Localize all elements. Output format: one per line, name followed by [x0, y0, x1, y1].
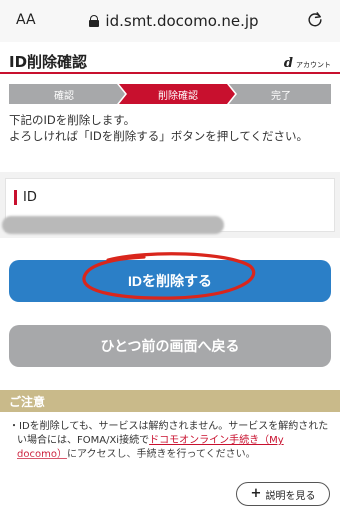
- notice-header: ご注意: [0, 390, 340, 412]
- text-size-button[interactable]: AA: [16, 12, 36, 28]
- notice-title: ご注意: [9, 395, 46, 409]
- step-complete: 完了: [271, 90, 291, 102]
- delete-id-button[interactable]: IDを削除する: [9, 260, 331, 302]
- d-account-logo: d アカウント: [284, 56, 331, 71]
- message-line-1: 下記のIDを削除します。: [9, 113, 136, 127]
- id-section: ID: [0, 172, 340, 238]
- step-indicator: 確認 削除確認 完了: [9, 84, 331, 104]
- scroll-fade: [0, 452, 340, 472]
- page-header: ID削除確認 d アカウント: [0, 44, 340, 74]
- id-label: ID: [14, 190, 37, 205]
- d-account-text: アカウント: [296, 61, 331, 69]
- browser-address-bar: AA id.smt.docomo.ne.jp: [0, 0, 340, 42]
- message-line-2: よろしければ「IDを削除する」ボタンを押してください。: [9, 129, 309, 143]
- instruction-message: 下記のIDを削除します。 よろしければ「IDを削除する」ボタンを押してください。: [9, 112, 331, 144]
- id-box: ID: [2, 178, 335, 234]
- d-logo-icon: d: [283, 56, 293, 71]
- url-text: id.smt.docomo.ne.jp: [105, 12, 259, 30]
- step-confirm: 確認: [54, 90, 74, 102]
- step-delete-confirm: 削除確認: [158, 90, 198, 102]
- id-value-redacted: [2, 216, 224, 234]
- page-title: ID削除確認: [9, 53, 88, 71]
- lock-icon: [89, 15, 100, 27]
- help-button-label: 説明を見る: [265, 490, 316, 502]
- url-field[interactable]: id.smt.docomo.ne.jp: [56, 6, 292, 36]
- back-button[interactable]: ひとつ前の画面へ戻る: [9, 325, 331, 367]
- plus-icon: +: [250, 486, 262, 501]
- help-button[interactable]: + 説明を見る: [236, 482, 330, 506]
- reload-icon[interactable]: [306, 10, 324, 28]
